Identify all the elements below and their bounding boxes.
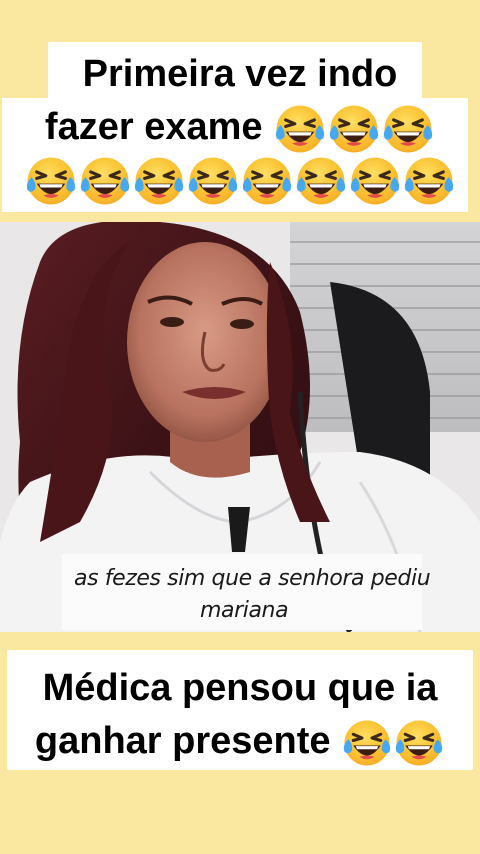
subtitle-line1: as fezes sim que a senhora pediu — [74, 566, 431, 591]
top-caption-emoji-row — [0, 153, 480, 207]
bottom-caption: Médica pensou que ia ganhar presente — [0, 662, 480, 768]
laughing-emoji-icon — [349, 155, 401, 207]
laughing-emoji-icon — [79, 155, 131, 207]
laughing-emoji-icon — [342, 718, 392, 768]
laughing-emoji-icon — [187, 155, 239, 207]
laughing-emoji-icon — [382, 103, 434, 155]
top-caption: Primeira vez indo fazer exame — [0, 48, 480, 207]
bottom-caption-line2: ganhar presente — [34, 720, 331, 762]
top-caption-line1: Primeira vez indo — [82, 53, 398, 95]
laughing-emoji-icon — [133, 155, 185, 207]
top-caption-line2: fazer exame — [44, 106, 263, 148]
laughing-emoji-icon — [403, 155, 455, 207]
laughing-emoji-icon — [25, 155, 77, 207]
subtitle-line2: mariana — [200, 598, 289, 623]
meme-page: Primeira vez indo fazer exame as fezes s… — [0, 0, 480, 854]
bottom-caption-line2-row: ganhar presente — [0, 715, 480, 768]
laughing-emoji-icon — [394, 718, 444, 768]
laughing-emoji-icon — [328, 103, 380, 155]
laughing-emoji-icon — [274, 103, 326, 155]
laughing-emoji-icon — [295, 155, 347, 207]
top-caption-line2-row: fazer exame — [0, 101, 480, 155]
laughing-emoji-icon — [241, 155, 293, 207]
bottom-caption-line1: Médica pensou que ia — [42, 667, 438, 709]
